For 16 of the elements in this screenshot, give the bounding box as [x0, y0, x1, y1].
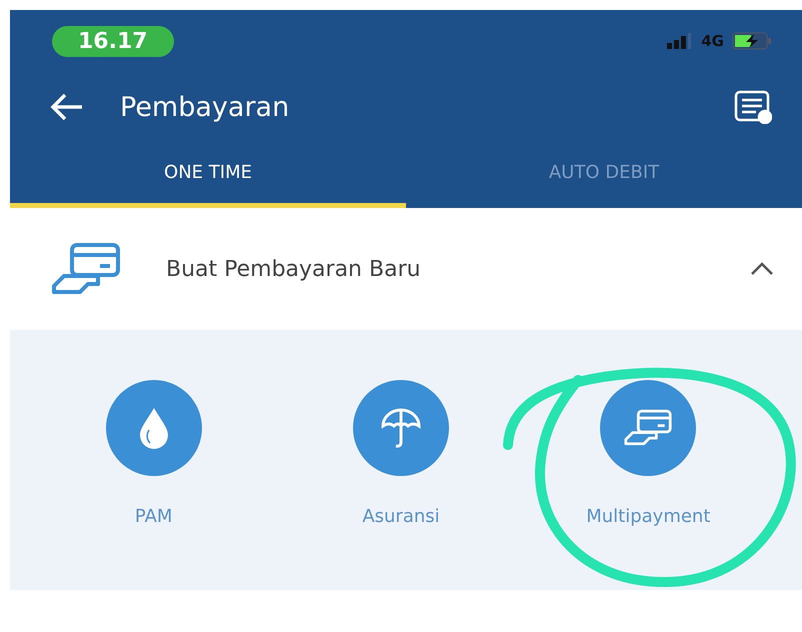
chevron-up-icon[interactable] [750, 262, 774, 276]
tab[interactable]: AUTO DEBIT [406, 142, 802, 208]
status-time: 16.17 [52, 26, 174, 56]
umbrella-icon [378, 406, 423, 450]
section-title: Buat Pembayaran Baru [166, 256, 422, 282]
signal-icon [667, 33, 694, 49]
payment-option[interactable]: Multipayment [524, 380, 772, 590]
card-hand-icon [50, 242, 122, 296]
battery-charging-icon [732, 32, 772, 50]
page-title: Pembayaran [120, 92, 290, 122]
network-type: 4G [701, 32, 724, 50]
payment-option[interactable]: PAM [30, 380, 278, 590]
payment-option[interactable]: Asuransi [277, 380, 525, 590]
card-hand-icon [623, 409, 674, 447]
document-list-icon[interactable] [734, 90, 772, 124]
back-arrow-icon[interactable] [50, 93, 84, 121]
